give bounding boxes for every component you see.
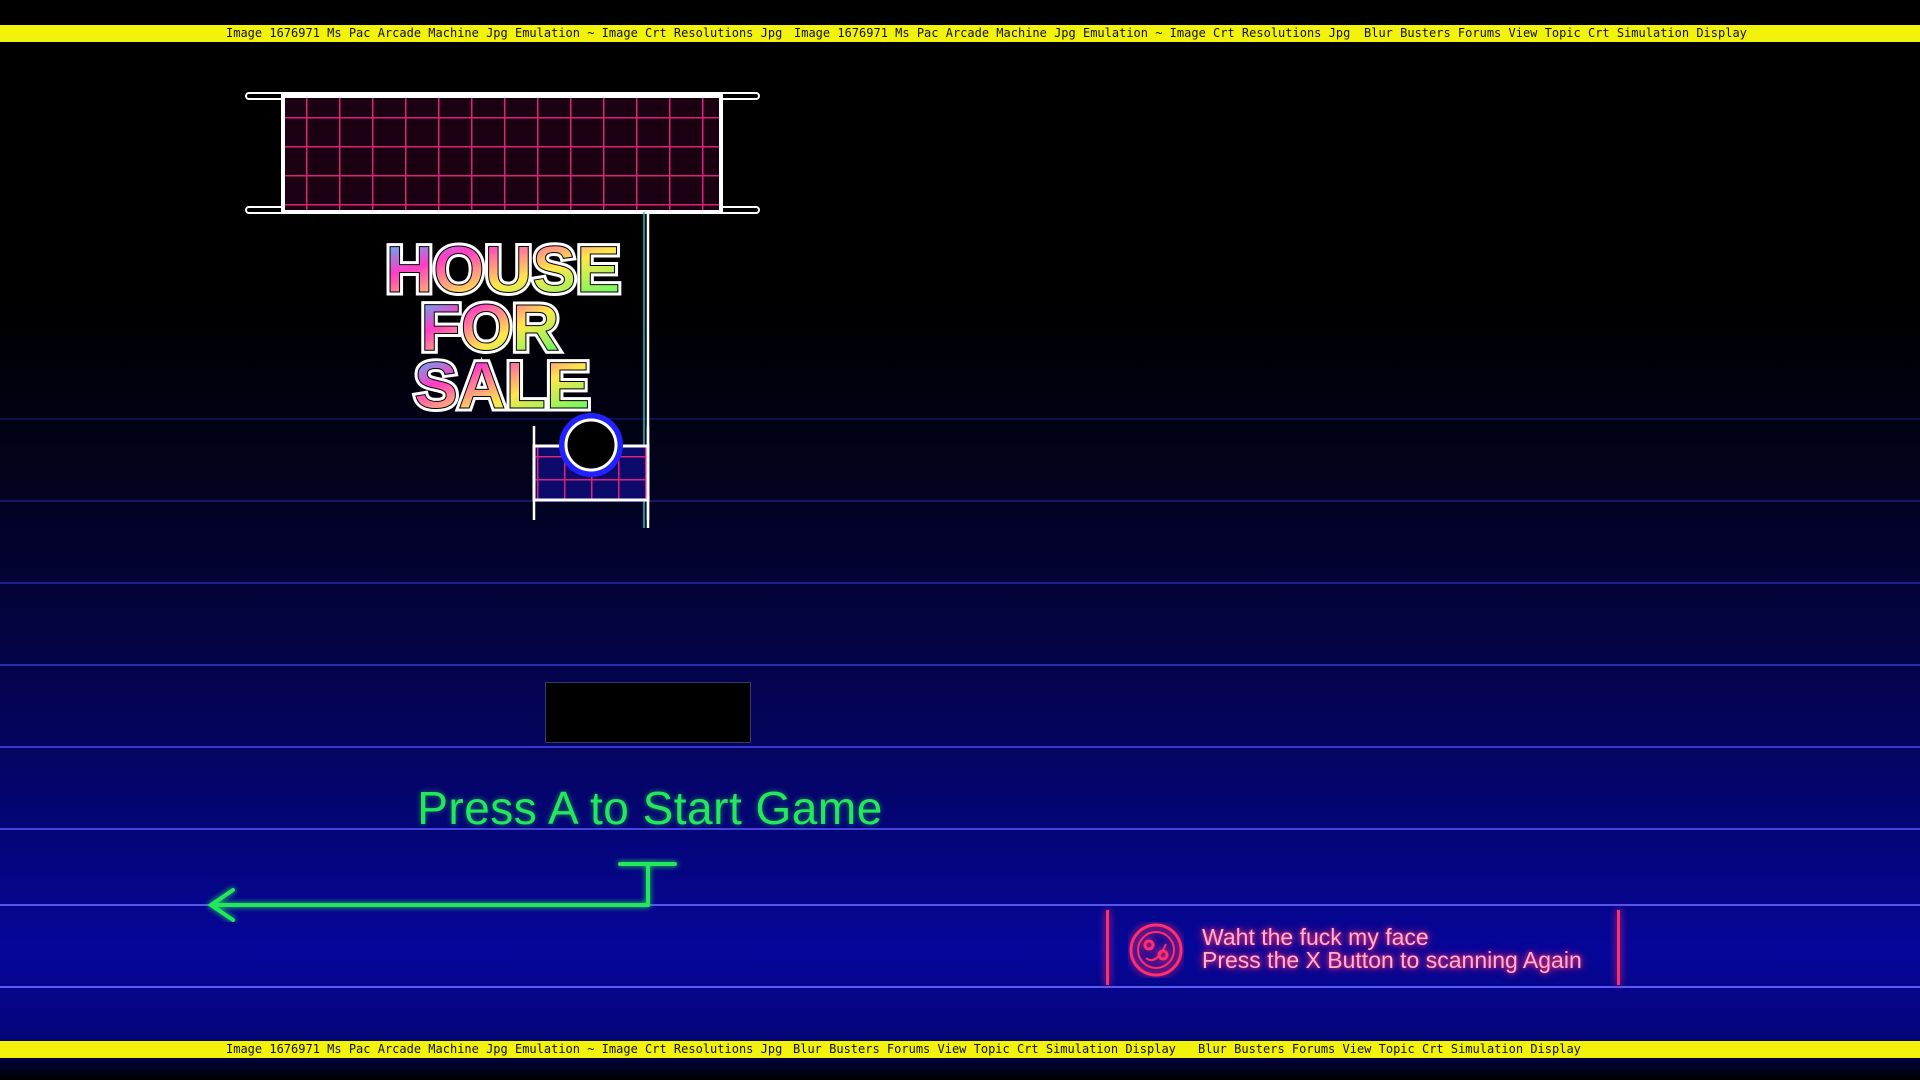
face-scan-icon — [1129, 923, 1183, 977]
ticker-item: Image 1676971 Ms Pac Arcade Machine Jpg … — [794, 26, 1351, 40]
face-scan-notice: Waht the fuck my face Press the X Button… — [1106, 910, 1622, 985]
notice-line-2: Press the X Button to scanning Again — [1202, 947, 1582, 973]
start-game-prompt[interactable]: Press A to Start Game — [400, 781, 900, 835]
ticker-bottom: Image 1676971 Ms Pac Arcade Machine Jpg … — [0, 1041, 1920, 1058]
ticker-item: Image 1676971 Ms Pac Arcade Machine Jpg … — [226, 26, 783, 40]
ticker-top: Image 1676971 Ms Pac Arcade Machine Jpg … — [0, 25, 1920, 42]
ticker-item: Image 1676971 Ms Pac Arcade Machine Jpg … — [226, 1042, 783, 1056]
notice-bar-right — [1617, 910, 1620, 985]
sign-line: SALE — [414, 348, 590, 422]
left-arrow-icon — [207, 862, 677, 922]
ticker-item: Blur Busters Forums View Topic Crt Simul… — [793, 1042, 1176, 1056]
ticker-item: Blur Busters Forums View Topic Crt Simul… — [1198, 1042, 1581, 1056]
empty-display-box — [545, 682, 751, 743]
house-for-sale-sign: HOUSE FOR SALE HOUSE FOR SALE — [245, 92, 760, 528]
ticker-item: Blur Busters Forums View Topic Crt Simul… — [1364, 26, 1747, 40]
notice-bar-left — [1106, 910, 1109, 985]
